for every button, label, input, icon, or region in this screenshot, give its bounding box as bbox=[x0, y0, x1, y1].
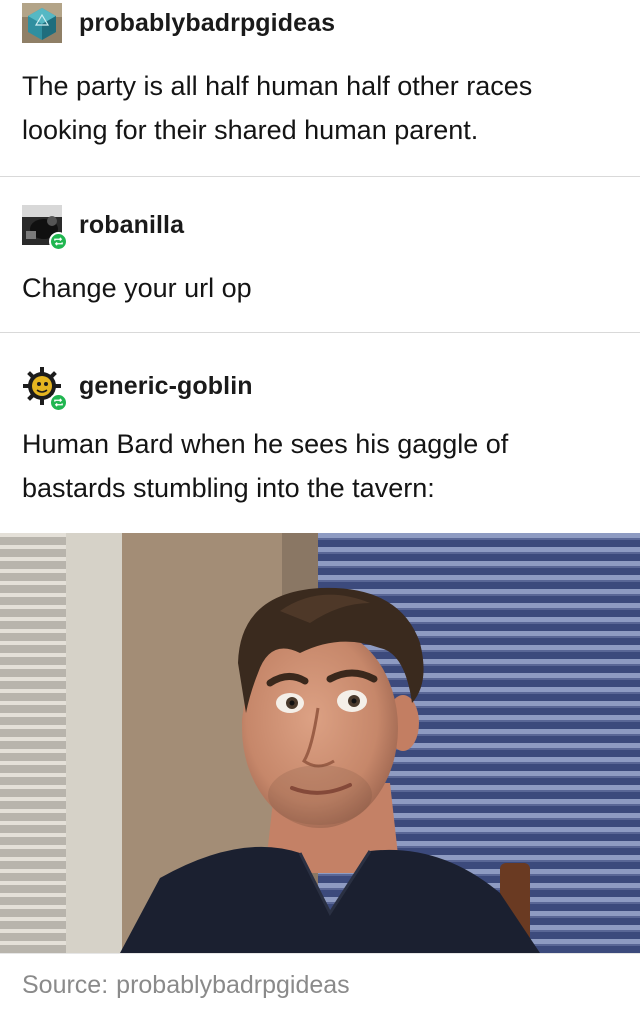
post-text-line: bastards stumbling into the tavern: bbox=[22, 473, 435, 503]
post-generic-goblin: generic-goblin Human Bard when he sees h… bbox=[0, 333, 640, 533]
reaction-photo bbox=[0, 533, 640, 953]
avatar[interactable] bbox=[22, 3, 62, 43]
post-text-line: The party is all half human half other r… bbox=[22, 71, 533, 101]
post-probablybadrpgideas: probablybadrpgideas The party is all hal… bbox=[0, 0, 640, 176]
username[interactable]: generic-goblin bbox=[79, 372, 253, 401]
source-link[interactable]: probablybadrpgideas bbox=[116, 971, 350, 1000]
reblog-icon bbox=[49, 232, 68, 251]
post-text: The party is all half human half other r… bbox=[22, 64, 620, 152]
avatar[interactable] bbox=[22, 366, 68, 412]
username[interactable]: robanilla bbox=[79, 211, 184, 240]
post-header: generic-goblin bbox=[22, 366, 253, 412]
post-header: probablybadrpgideas bbox=[22, 3, 335, 43]
avatar[interactable] bbox=[22, 205, 68, 251]
post-header: robanilla bbox=[22, 205, 184, 251]
post-robanilla: robanilla Change your url op bbox=[0, 177, 640, 332]
post-text-line: Human Bard when he sees his gaggle of bbox=[22, 429, 509, 459]
d20-dice-icon bbox=[22, 3, 62, 43]
post-text: Human Bard when he sees his gaggle of ba… bbox=[22, 422, 620, 510]
reblog-icon bbox=[49, 393, 68, 412]
post-text-line: looking for their shared human parent. bbox=[22, 115, 479, 145]
source-label: Source: bbox=[22, 971, 109, 999]
source-footer[interactable]: Source: probablybadrpgideas bbox=[0, 953, 640, 1017]
username[interactable]: probablybadrpgideas bbox=[79, 9, 335, 38]
post-text-line: Change your url op bbox=[22, 273, 252, 303]
post-text: Change your url op bbox=[22, 266, 620, 310]
